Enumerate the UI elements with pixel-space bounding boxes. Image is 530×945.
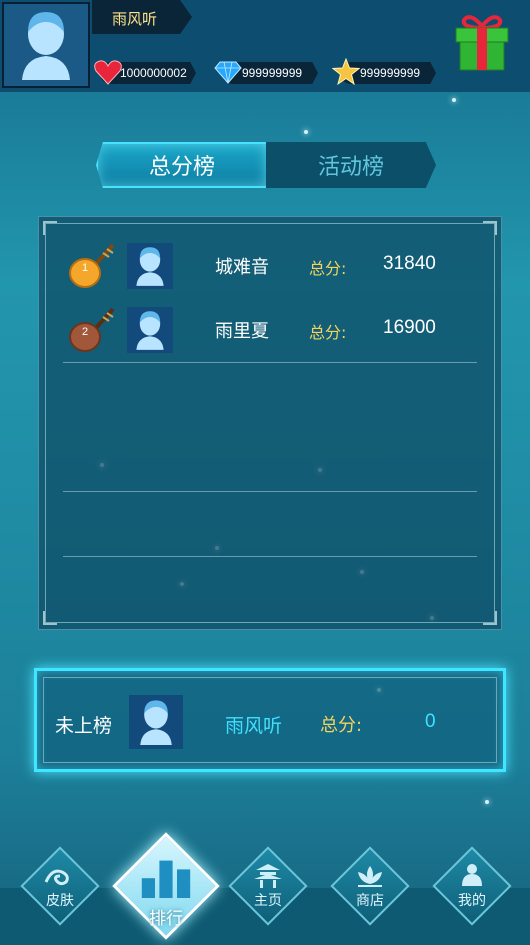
nav-shop-button[interactable]: 商店 [330,846,410,926]
pavilion-icon [254,864,282,888]
nav-label: 商店 [356,893,384,909]
gift-button[interactable] [452,12,512,74]
top-bar: 雨风听 1000000002 999999999 999999999 [0,0,530,92]
score-label: 总分: [309,323,347,342]
sparkle-decoration [304,130,308,134]
my-rank-panel: 未上榜 雨风听 总分: 0 [34,668,506,772]
avatar [127,243,173,289]
avatar-silhouette-icon [136,247,164,286]
avatar [127,307,173,353]
nav-profile-button[interactable]: 我的 [432,846,512,926]
rank-number: 1 [82,262,88,274]
row-divider [63,491,477,492]
gift-icon [455,15,509,71]
score-value: 0 [425,711,436,732]
table-row[interactable]: 1 城难音 总分: 31840 [39,239,501,295]
player-name: 雨风听 [225,715,283,737]
hearts-value: 1000000002 [120,66,187,80]
frame-corner [483,611,497,625]
sparkle-decoration [452,98,456,102]
leaderboard-tabs: 总分榜 活动榜 [96,142,436,188]
leaderboard-panel: 1 城难音 总分: 31840 2 雨里夏 总分: 16900 [38,216,502,630]
pipa-gold-medal-icon: 1 [69,243,115,288]
avatar-silhouette-icon [136,311,164,350]
lotus-icon [358,866,382,887]
row-divider [63,556,477,557]
player-name: 雨风听 [112,10,158,28]
heart-icon [94,58,122,86]
star-icon [332,58,360,86]
tab-label: 总分榜 [148,155,215,180]
nav-skin-button[interactable]: 皮肤 [20,846,100,926]
score-label: 总分: [309,259,347,278]
table-row[interactable]: 2 雨里夏 总分: 16900 [39,303,501,359]
stars-value: 999999999 [360,66,421,80]
nav-label: 我的 [458,893,486,909]
wave-icon [44,869,69,886]
sparkle-decoration [485,800,489,804]
nav-label: 皮肤 [46,893,74,909]
row-divider [63,362,477,363]
player-avatar[interactable] [2,2,90,88]
avatar-silhouette-icon [140,700,172,745]
pipa-bronze-medal-icon: 2 [69,307,115,352]
username-plate: 雨风听 [92,0,192,34]
frame-corner [43,221,57,235]
nav-label: 排行 [149,909,183,929]
score-label: 总分: [320,715,363,736]
score-value: 16900 [383,317,436,338]
avatar-silhouette-icon [22,12,70,80]
diamond-icon [214,58,242,86]
player-name: 城难音 [215,257,269,278]
tab-event[interactable]: 活动榜 [266,142,436,188]
bar-chart-icon [141,860,191,898]
tab-label: 活动榜 [317,155,384,180]
diamonds-value: 999999999 [242,66,303,80]
score-value: 31840 [383,253,436,274]
rank-number: 2 [82,326,88,338]
rank-status: 未上榜 [55,715,113,737]
player-name: 雨里夏 [215,321,269,342]
nav-home-button[interactable]: 主页 [228,846,308,926]
tab-total-score[interactable]: 总分榜 [96,142,268,188]
nav-ranking-button[interactable]: 排行 [112,832,220,940]
person-icon [462,864,482,886]
avatar [129,695,183,749]
frame-corner [43,611,57,625]
frame-corner [483,221,497,235]
nav-label: 主页 [254,893,282,909]
